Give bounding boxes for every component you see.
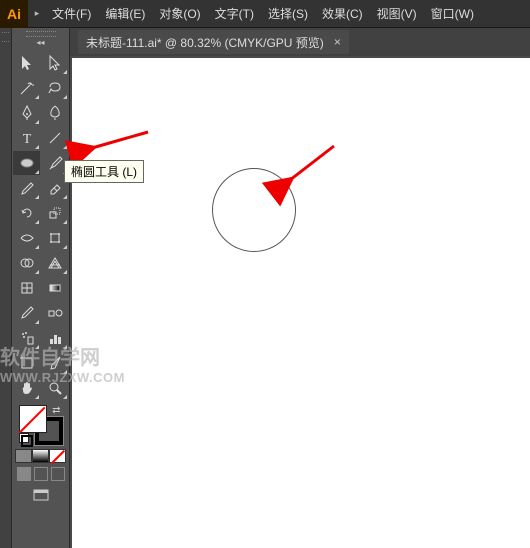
left-dock-strip [0,28,12,548]
menu-file[interactable]: 文件(F) [46,1,97,26]
fill-stroke-swatches[interactable]: ⇄ [19,405,63,445]
toolbox-collapse-icon[interactable]: ◂◂ [12,38,69,50]
color-mode-gradient[interactable] [32,449,49,463]
fill-swatch[interactable] [19,405,47,433]
curvature-pen-tool[interactable] [41,101,68,125]
blend-tool[interactable] [41,301,68,325]
draw-inside-mode[interactable] [51,467,65,481]
artboard[interactable] [72,58,530,548]
tool-tooltip: 椭圆工具 (L) [64,160,144,183]
app-logo: Ai [0,0,28,28]
shape-builder-tool[interactable] [13,251,40,275]
color-mode-none[interactable] [49,449,66,463]
toolbox-grip[interactable] [12,30,69,38]
app-menu-bar: Ai ▸ 文件(F) 编辑(E) 对象(O) 文字(T) 选择(S) 效果(C)… [0,0,530,28]
menu-edit[interactable]: 编辑(E) [99,1,151,26]
swap-fill-stroke-icon[interactable]: ⇄ [52,405,60,416]
magic-wand-tool[interactable] [13,76,40,100]
document-tab[interactable]: 未标题-111.ai* @ 80.32% (CMYK/GPU 预览) × [78,30,349,54]
menu-object[interactable]: 对象(O) [153,1,206,26]
column-graph-tool[interactable] [41,326,68,350]
document-tab-title: 未标题-111.ai* @ 80.32% (CMYK/GPU 预览) [86,34,324,51]
gradient-tool[interactable] [41,276,68,300]
close-tab-icon[interactable]: × [334,35,341,49]
line-tool[interactable] [41,126,68,150]
free-transform-tool[interactable] [41,226,68,250]
default-fill-stroke-icon[interactable] [19,433,31,445]
menu-select[interactable]: 选择(S) [262,1,314,26]
draw-normal-mode[interactable] [17,467,31,481]
scale-tool[interactable] [41,201,68,225]
ellipse-tool[interactable] [13,151,40,175]
symbol-sprayer-tool[interactable] [13,326,40,350]
menu-type[interactable]: 文字(T) [209,1,260,26]
menu-window[interactable]: 窗口(W) [425,1,480,26]
menu-effect[interactable]: 效果(C) [316,1,369,26]
panel-collapse-icon[interactable]: ▸ [28,8,46,19]
shaper-tool[interactable] [13,176,40,200]
menu-view[interactable]: 视图(V) [371,1,423,26]
perspective-grid-tool[interactable] [41,251,68,275]
canvas-area[interactable] [70,56,530,548]
pen-tool[interactable] [13,101,40,125]
color-mode-solid[interactable] [15,449,32,463]
width-tool[interactable] [13,226,40,250]
draw-behind-mode[interactable] [34,467,48,481]
mesh-tool[interactable] [13,276,40,300]
hand-tool[interactable] [13,376,40,400]
ellipse-shape[interactable] [212,168,296,252]
lasso-tool[interactable] [41,76,68,100]
svg-text:T: T [22,132,31,147]
selection-tool[interactable] [13,51,40,75]
eyedropper-tool[interactable] [13,301,40,325]
zoom-tool[interactable] [41,376,68,400]
type-tool[interactable]: T [13,126,40,150]
artboard-tool[interactable] [13,351,40,375]
rotate-tool[interactable] [13,201,40,225]
menu-bar: 文件(F) 编辑(E) 对象(O) 文字(T) 选择(S) 效果(C) 视图(V… [46,1,480,26]
screen-mode-button[interactable] [28,485,54,505]
direct-selection-tool[interactable] [41,51,68,75]
toolbox-panel: ◂◂ T [12,28,70,548]
slice-tool[interactable] [41,351,68,375]
document-tab-bar: 未标题-111.ai* @ 80.32% (CMYK/GPU 预览) × [70,28,530,56]
